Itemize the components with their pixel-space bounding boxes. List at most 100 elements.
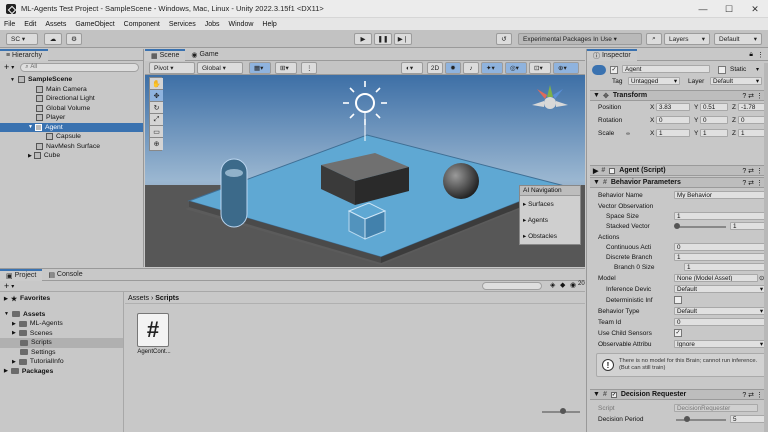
- rect-tool-icon[interactable]: ▭: [150, 126, 163, 138]
- overlay-item-agents[interactable]: ▸ Agents: [520, 212, 580, 228]
- agent-script-header[interactable]: ▶ # Agent (Script) ? ⇄ ⋮: [590, 165, 766, 176]
- hierarchy-item-navmesh-surface[interactable]: NavMesh Surface: [0, 142, 143, 152]
- enabled-checkbox[interactable]: [609, 167, 616, 174]
- scale-tool-icon[interactable]: ⤢: [150, 114, 163, 126]
- filter-icon[interactable]: ◈: [550, 281, 555, 289]
- script-file-item[interactable]: # AgentCont...: [134, 313, 174, 363]
- label-icon[interactable]: ◆: [560, 281, 565, 289]
- observable-dropdown[interactable]: Ignore ▾: [674, 340, 766, 348]
- favorites-row[interactable]: ▶ ★ Favorites: [0, 294, 123, 304]
- space-size-field[interactable]: 1: [674, 212, 766, 220]
- static-checkbox[interactable]: [718, 66, 726, 74]
- hidden-objects-icon[interactable]: ◎▾: [505, 62, 527, 74]
- expand-icon[interactable]: ▶: [12, 330, 16, 336]
- hierarchy-item-global-volume[interactable]: Global Volume: [0, 104, 143, 114]
- enabled-checkbox[interactable]: ✓: [610, 391, 617, 398]
- rotation-x-field[interactable]: 0: [656, 116, 690, 124]
- expand-icon[interactable]: ▼: [28, 124, 33, 130]
- settings-icon[interactable]: ⚙: [66, 33, 82, 45]
- grid-snap-button[interactable]: ▦▾: [249, 62, 271, 74]
- scale-z-field[interactable]: 1: [738, 129, 766, 137]
- audio-icon[interactable]: ♪: [463, 62, 479, 74]
- team-id-field[interactable]: 0: [674, 318, 766, 326]
- scale-y-field[interactable]: 1: [700, 129, 728, 137]
- tag-dropdown[interactable]: Untagged ▾: [628, 77, 680, 85]
- position-x-field[interactable]: 3.83: [656, 103, 690, 111]
- expand-icon[interactable]: ▼: [593, 391, 600, 398]
- pause-button[interactable]: ❚❚: [374, 33, 392, 45]
- transform-header[interactable]: ▼ ✥ Transform ? ⇄ ⋮: [590, 90, 766, 101]
- link-icon[interactable]: ∞: [626, 131, 630, 137]
- behavior-parameters-header[interactable]: ▼ # Behavior Parameters ? ⇄ ⋮: [590, 177, 766, 188]
- transform-tool-icon[interactable]: ⊕: [150, 138, 163, 150]
- expand-icon[interactable]: ▼: [593, 179, 600, 186]
- menu-edit[interactable]: Edit: [24, 21, 36, 28]
- hierarchy-item-player[interactable]: Player: [0, 113, 143, 123]
- discrete-field[interactable]: 1: [674, 253, 766, 261]
- folder-scripts[interactable]: Scripts: [0, 338, 123, 348]
- inspector-scrollbar[interactable]: [764, 63, 768, 432]
- decision-period-handle[interactable]: [684, 416, 690, 422]
- component-menu-icon[interactable]: ? ⇄ ⋮: [742, 92, 763, 100]
- hand-tool-icon[interactable]: ✋: [150, 78, 163, 90]
- scene-viewport[interactable]: ✋ ✥ ↻ ⤢ ▭ ⊕ AI Navigation ▸ Surfaces ▸ A…: [145, 75, 585, 267]
- component-menu-icon[interactable]: ? ⇄ ⋮: [742, 167, 763, 175]
- expand-icon[interactable]: ▶: [12, 321, 16, 327]
- menu-gameobject[interactable]: GameObject: [75, 21, 114, 28]
- behavior-type-dropdown[interactable]: Default ▾: [674, 307, 766, 315]
- expand-icon[interactable]: ▼: [4, 311, 9, 317]
- model-field[interactable]: None (Model Asset): [674, 274, 758, 282]
- hierarchy-item-cube[interactable]: ▶ Cube: [0, 151, 143, 161]
- packages-row[interactable]: ▶ Packages: [0, 367, 123, 377]
- rotation-z-field[interactable]: 0: [738, 116, 766, 124]
- menu-assets[interactable]: Assets: [45, 21, 66, 28]
- camera-settings-icon[interactable]: ⊡▾: [529, 62, 551, 74]
- move-tool-icon[interactable]: ✥: [150, 90, 163, 102]
- stacked-slider-track[interactable]: [676, 226, 726, 228]
- position-z-field[interactable]: -1.78: [738, 103, 766, 111]
- lock-icon[interactable]: 🔒︎: [749, 51, 753, 59]
- menu-file[interactable]: File: [4, 21, 15, 28]
- expand-icon[interactable]: ▶: [12, 359, 16, 365]
- tab-project[interactable]: ▣ Project: [0, 268, 43, 281]
- object-name-field[interactable]: Agent: [622, 65, 710, 73]
- tab-game[interactable]: ◉ Game: [185, 49, 224, 61]
- close-button[interactable]: ✕: [742, 0, 768, 18]
- continuous-field[interactable]: 0: [674, 243, 766, 251]
- snap-toggle-button[interactable]: ⋮: [301, 62, 317, 74]
- chevron-down-icon[interactable]: ▾: [11, 64, 14, 71]
- mode-2d-button[interactable]: 2D: [427, 62, 443, 74]
- component-menu-icon[interactable]: ? ⇄ ⋮: [742, 179, 763, 187]
- chevron-down-icon[interactable]: ▾: [11, 283, 14, 290]
- rotation-y-field[interactable]: 0: [700, 116, 728, 124]
- static-dropdown-icon[interactable]: ▾: [756, 66, 759, 73]
- step-button[interactable]: ▶❘: [394, 33, 412, 45]
- hierarchy-item-capsule[interactable]: Capsule: [0, 132, 143, 142]
- component-menu-icon[interactable]: ? ⇄ ⋮: [742, 391, 763, 399]
- position-y-field[interactable]: 0.51: [700, 103, 728, 111]
- breadcrumb-assets[interactable]: Assets: [128, 295, 149, 302]
- layers-dropdown[interactable]: Layers ▾: [664, 33, 710, 45]
- cloud-icon[interactable]: ☁: [44, 33, 62, 45]
- behavior-name-field[interactable]: My Behavior: [674, 191, 766, 199]
- zoom-slider-handle[interactable]: [560, 408, 566, 414]
- scale-x-field[interactable]: 1: [656, 129, 690, 137]
- layout-dropdown[interactable]: Default ▾: [714, 33, 762, 45]
- stacked-slider-handle[interactable]: [674, 223, 680, 229]
- deterministic-checkbox[interactable]: [674, 296, 682, 304]
- maximize-button[interactable]: ☐: [716, 0, 742, 18]
- stacked-vector-field[interactable]: 1: [730, 222, 766, 230]
- play-button[interactable]: ▶: [354, 33, 372, 45]
- expand-icon[interactable]: ▶: [28, 153, 32, 159]
- hierarchy-search-input[interactable]: ⌕ All: [20, 62, 139, 72]
- hierarchy-item-main-camera[interactable]: Main Camera: [0, 85, 143, 95]
- expand-icon[interactable]: ▼: [593, 92, 600, 99]
- tab-hierarchy[interactable]: ≡ Hierarchy: [0, 48, 48, 61]
- active-checkbox[interactable]: ✓: [610, 66, 618, 74]
- minimize-button[interactable]: —: [690, 0, 716, 18]
- layer-dropdown[interactable]: Default ▾: [710, 77, 762, 85]
- gizmos-icon[interactable]: ⊕▾: [553, 62, 579, 74]
- folder-ml-agents[interactable]: ▶ ML-Agents: [0, 319, 123, 329]
- inference-dropdown[interactable]: Default ▾: [674, 285, 766, 293]
- expand-icon[interactable]: ▶: [4, 368, 8, 374]
